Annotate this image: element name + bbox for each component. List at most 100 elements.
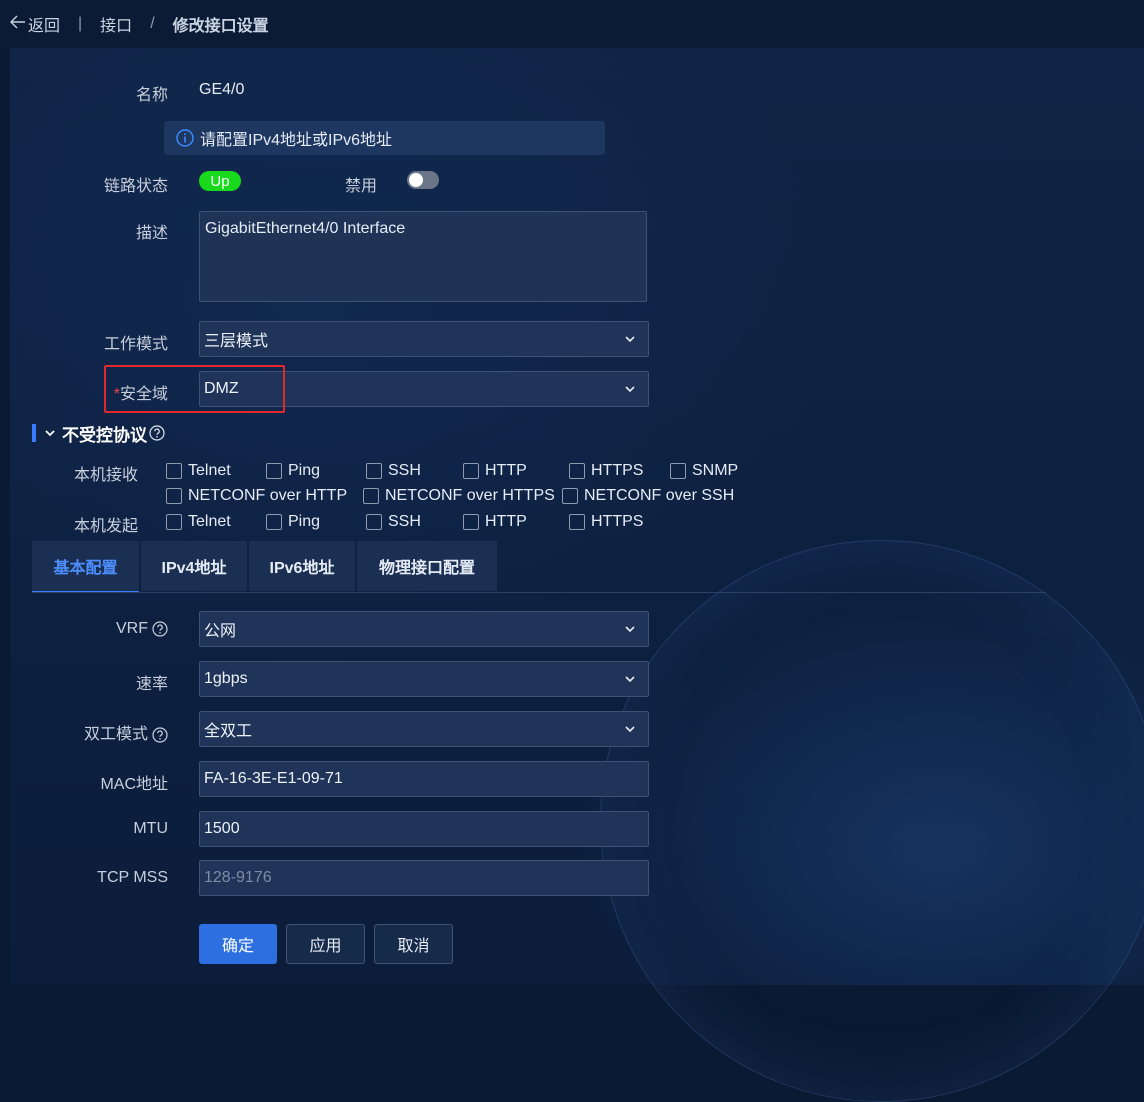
protocols-section-title: 不受控协议 — [62, 425, 147, 445]
send-ping-checkbox[interactable]: Ping — [266, 513, 320, 531]
vrf-label-text: VRF — [116, 620, 148, 637]
receive-netconf-http-checkbox[interactable]: NETCONF over HTTP — [166, 487, 347, 505]
arrow-left-icon — [10, 15, 28, 34]
chevron-down-icon — [624, 383, 636, 395]
checkbox-label: SNMP — [692, 462, 739, 479]
mtu-input[interactable]: 1500 — [199, 811, 649, 847]
breadcrumb-divider: | — [78, 15, 83, 32]
help-icon[interactable] — [149, 425, 165, 441]
checkbox-label: HTTP — [485, 462, 527, 479]
tab-ipv4-address[interactable]: IPv4地址 — [141, 541, 247, 591]
checkbox-box[interactable] — [366, 463, 382, 479]
receive-ssh-checkbox[interactable]: SSH — [366, 462, 421, 480]
tabs-divider — [32, 592, 1046, 593]
disable-label: 禁用 — [345, 178, 378, 195]
duplex-value: 全双工 — [204, 723, 253, 740]
security-zone-highlight-box — [104, 365, 285, 413]
tcp-mss-input[interactable]: 128-9176 — [199, 860, 649, 896]
chevron-down-icon — [624, 673, 636, 685]
work-mode-value: 三层模式 — [204, 333, 269, 350]
ip-config-notice: 请配置IPv4地址或IPv6地址 — [164, 121, 605, 155]
breadcrumb-current: 修改接口设置 — [172, 18, 269, 35]
mtu-label: MTU — [133, 820, 168, 837]
checkbox-label: SSH — [388, 513, 421, 530]
mac-label: MAC地址 — [100, 776, 168, 793]
chevron-down-icon — [624, 723, 636, 735]
checkbox-label: SSH — [388, 462, 421, 479]
breadcrumb-parent[interactable]: 接口 — [100, 12, 132, 36]
checkbox-label: Telnet — [188, 462, 231, 479]
tab-basic-config[interactable]: 基本配置 — [32, 541, 139, 593]
info-icon — [176, 129, 194, 147]
send-telnet-checkbox[interactable]: Telnet — [166, 513, 231, 531]
breadcrumb: 返回 | 接口 / 修改接口设置 — [0, 0, 1144, 48]
checkbox-label: NETCONF over HTTP — [188, 487, 348, 504]
section-accent-bar — [32, 424, 36, 442]
chevron-down-icon — [624, 623, 636, 635]
checkbox-box[interactable] — [463, 514, 479, 530]
vrf-label: VRF — [0, 620, 168, 638]
checkbox-box[interactable] — [166, 463, 182, 479]
background-globe-decoration — [600, 540, 1144, 1102]
receive-https-checkbox[interactable]: HTTPS — [569, 462, 643, 480]
receive-snmp-checkbox[interactable]: SNMP — [670, 462, 738, 480]
tab-ipv6-address[interactable]: IPv6地址 — [249, 541, 355, 591]
checkbox-label: Ping — [288, 462, 321, 479]
checkbox-box[interactable] — [266, 514, 282, 530]
work-mode-select[interactable]: 三层模式 — [199, 321, 649, 357]
help-icon[interactable] — [152, 621, 168, 637]
send-label: 本机发起 — [74, 518, 139, 535]
vrf-select[interactable]: 公网 — [199, 611, 649, 647]
checkbox-box[interactable] — [463, 463, 479, 479]
notice-text: 请配置IPv4地址或IPv6地址 — [200, 132, 393, 149]
checkbox-label: NETCONF over SSH — [584, 487, 735, 504]
link-status-label: 链路状态 — [103, 178, 168, 195]
checkbox-label: HTTPS — [591, 513, 644, 530]
checkbox-box[interactable] — [363, 488, 379, 504]
send-http-checkbox[interactable]: HTTP — [463, 513, 527, 531]
speed-value: 1gbps — [204, 670, 248, 687]
checkbox-label: HTTPS — [591, 462, 644, 479]
receive-netconf-ssh-checkbox[interactable]: NETCONF over SSH — [562, 487, 734, 505]
checkbox-label: Telnet — [188, 513, 231, 530]
checkbox-label: Ping — [288, 513, 321, 530]
cancel-button[interactable]: 取消 — [374, 924, 453, 964]
breadcrumb-separator: / — [150, 15, 155, 32]
confirm-button[interactable]: 确定 — [199, 924, 277, 964]
receive-ping-checkbox[interactable]: Ping — [266, 462, 320, 480]
mac-input[interactable]: FA-16-3E-E1-09-71 — [199, 761, 649, 797]
vrf-value: 公网 — [204, 623, 237, 640]
checkbox-box[interactable] — [562, 488, 578, 504]
send-ssh-checkbox[interactable]: SSH — [366, 513, 421, 531]
name-value: GE4/0 — [199, 81, 245, 98]
back-button[interactable]: 返回 — [10, 12, 60, 36]
help-icon[interactable] — [152, 727, 168, 743]
receive-netconf-https-checkbox[interactable]: NETCONF over HTTPS — [363, 487, 555, 505]
checkbox-box[interactable] — [166, 514, 182, 530]
checkbox-box[interactable] — [569, 463, 585, 479]
checkbox-label: HTTP — [485, 513, 527, 530]
speed-select[interactable]: 1gbps — [199, 661, 649, 697]
checkbox-box[interactable] — [366, 514, 382, 530]
duplex-label-text: 双工模式 — [83, 726, 148, 743]
checkbox-box[interactable] — [166, 488, 182, 504]
disable-toggle[interactable] — [407, 171, 439, 189]
apply-button[interactable]: 应用 — [286, 924, 365, 964]
description-textarea[interactable]: GigabitEthernet4/0 Interface — [199, 211, 647, 302]
tcp-mss-label: TCP MSS — [97, 869, 168, 886]
protocols-section-header[interactable]: 不受控协议 — [32, 423, 165, 445]
duplex-label: 双工模式 — [0, 720, 168, 744]
checkbox-box[interactable] — [569, 514, 585, 530]
tab-physical-interface[interactable]: 物理接口配置 — [357, 541, 497, 591]
send-https-checkbox[interactable]: HTTPS — [569, 513, 643, 531]
duplex-select[interactable]: 全双工 — [199, 711, 649, 747]
receive-telnet-checkbox[interactable]: Telnet — [166, 462, 231, 480]
name-label: 名称 — [135, 87, 168, 104]
checkbox-box[interactable] — [266, 463, 282, 479]
receive-label: 本机接收 — [74, 467, 139, 484]
checkbox-box[interactable] — [670, 463, 686, 479]
config-tabs: 基本配置 IPv4地址 IPv6地址 物理接口配置 — [32, 541, 499, 593]
toggle-knob — [409, 173, 423, 187]
chevron-down-icon — [44, 427, 56, 439]
receive-http-checkbox[interactable]: HTTP — [463, 462, 527, 480]
